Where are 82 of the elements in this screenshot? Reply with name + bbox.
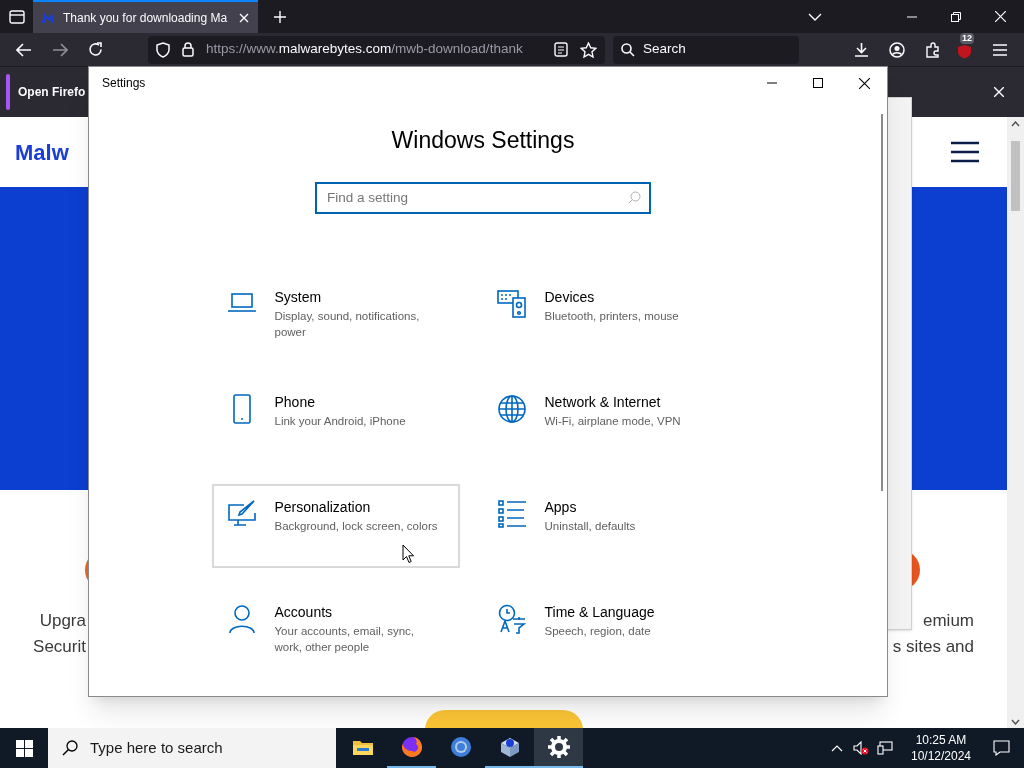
back-icon[interactable] xyxy=(16,42,32,57)
search-icon xyxy=(621,42,635,57)
search-icon xyxy=(628,190,641,204)
find-setting-field[interactable]: Find a setting xyxy=(315,181,651,214)
page-heading: Windows Settings xyxy=(391,126,575,155)
tile-description: Background, lock screen, colors xyxy=(274,518,439,534)
tile-title: Time & Language xyxy=(544,602,656,621)
reader-view-icon[interactable] xyxy=(554,42,568,57)
browser-tab[interactable]: Thank you for downloading Ma xyxy=(33,0,258,33)
search-field[interactable]: Search xyxy=(613,35,799,64)
reload-icon[interactable] xyxy=(88,42,103,57)
restore-icon[interactable] xyxy=(951,11,961,22)
menu-icon[interactable] xyxy=(951,141,979,163)
tile-title: Phone xyxy=(274,392,316,411)
logo-text: Malw xyxy=(15,138,69,167)
scrollbar-thumb[interactable] xyxy=(881,114,883,491)
list-icon xyxy=(496,498,527,529)
download-icon[interactable] xyxy=(854,42,869,57)
tile-description: Wi-Fi, airplane mode, VPN xyxy=(544,413,682,429)
url-text: https://www.malwarebytes.com/mwb-download/thank xyxy=(206,40,524,59)
window-title: Settings xyxy=(102,75,146,92)
gear-icon xyxy=(546,735,571,759)
tile-description: Uninstall, defaults xyxy=(544,518,637,534)
tile-title: System xyxy=(274,287,323,306)
settings-tile[interactable]: Phone Link your Android, iPhone xyxy=(211,378,460,463)
lock-icon[interactable] xyxy=(182,42,194,57)
tab-list-icon[interactable] xyxy=(8,9,25,24)
scroll-down-icon[interactable] xyxy=(1011,719,1020,725)
star-icon[interactable] xyxy=(580,41,597,58)
promo-text: Upgra xyxy=(39,610,86,632)
tab-title: Thank you for downloading Ma xyxy=(63,9,229,27)
promo-text: Securit xyxy=(33,636,86,658)
monitor-brush-icon xyxy=(226,498,257,529)
account-icon[interactable] xyxy=(889,41,905,58)
tile-description: Display, sound, notifications, power xyxy=(274,308,421,340)
puzzle-icon[interactable] xyxy=(925,41,941,58)
chevron-up-icon[interactable] xyxy=(831,744,843,752)
settings-tile[interactable]: Accounts Your accounts, email, sync, work, other people xyxy=(211,588,460,673)
tile-title: Accounts xyxy=(274,602,334,621)
settings-tile[interactable]: Network & Internet Wi-Fi, airplane mode, VPN xyxy=(481,378,730,463)
clock-date: 10/12/2024 xyxy=(910,748,972,764)
forward-icon[interactable] xyxy=(52,42,68,57)
scrollbar-thumb[interactable] xyxy=(1011,141,1020,211)
tile-description: Bluetooth, printers, mouse xyxy=(544,308,680,324)
notification-text: Open Firefo xyxy=(18,84,86,101)
close-icon[interactable] xyxy=(859,77,870,89)
settings-tile[interactable]: Time & Language Speech, region, date xyxy=(481,588,730,673)
search-icon xyxy=(62,740,78,756)
mouse-cursor-icon xyxy=(402,544,415,564)
tile-description: Your accounts, email, sync, work, other people xyxy=(274,623,416,655)
keyboard-speaker-icon xyxy=(496,288,527,319)
tile-title: Network & Internet xyxy=(544,392,662,411)
chevron-down-icon[interactable] xyxy=(808,12,822,21)
maximize-icon[interactable] xyxy=(813,78,823,88)
speaker-muted-icon[interactable] xyxy=(853,741,869,755)
notification-badge: 12 xyxy=(960,32,974,44)
clock-letters-icon xyxy=(496,603,527,634)
malwarebytes-logo-icon xyxy=(41,11,55,24)
notification-center-icon[interactable] xyxy=(993,740,1010,756)
settings-tile[interactable]: Personalization Background, lock screen, colors xyxy=(211,483,460,568)
promo-text: s sites and xyxy=(892,636,974,658)
taskbar-search-field[interactable]: Type here to search xyxy=(48,728,336,768)
globe-icon xyxy=(496,393,527,424)
scroll-up-icon[interactable] xyxy=(1011,121,1020,127)
tile-title: Apps xyxy=(544,497,578,516)
network-icon[interactable] xyxy=(877,741,893,755)
settings-tile[interactable]: System Display, sound, notifications, power xyxy=(211,273,460,358)
tile-description: Speech, region, date xyxy=(544,623,652,639)
person-icon xyxy=(226,603,257,634)
new-tab-icon[interactable] xyxy=(274,10,286,23)
settings-tile[interactable]: Apps Uninstall, defaults xyxy=(481,483,730,568)
tile-description: Link your Android, iPhone xyxy=(274,413,407,429)
address-bar[interactable]: https://www.malwarebytes.com/mwb-download/thank xyxy=(148,35,605,64)
tile-title: Personalization xyxy=(274,497,372,516)
settings-tile[interactable]: Devices Bluetooth, printers, mouse xyxy=(481,273,730,358)
tile-title: Devices xyxy=(544,287,596,306)
shield-icon[interactable] xyxy=(156,41,170,58)
scrollbar[interactable] xyxy=(1007,117,1024,728)
clock-time: 10:25 AM xyxy=(915,732,967,748)
windows-start-icon[interactable] xyxy=(15,739,33,757)
promo-text: emium xyxy=(923,610,974,632)
taskbar-app[interactable] xyxy=(534,728,583,768)
